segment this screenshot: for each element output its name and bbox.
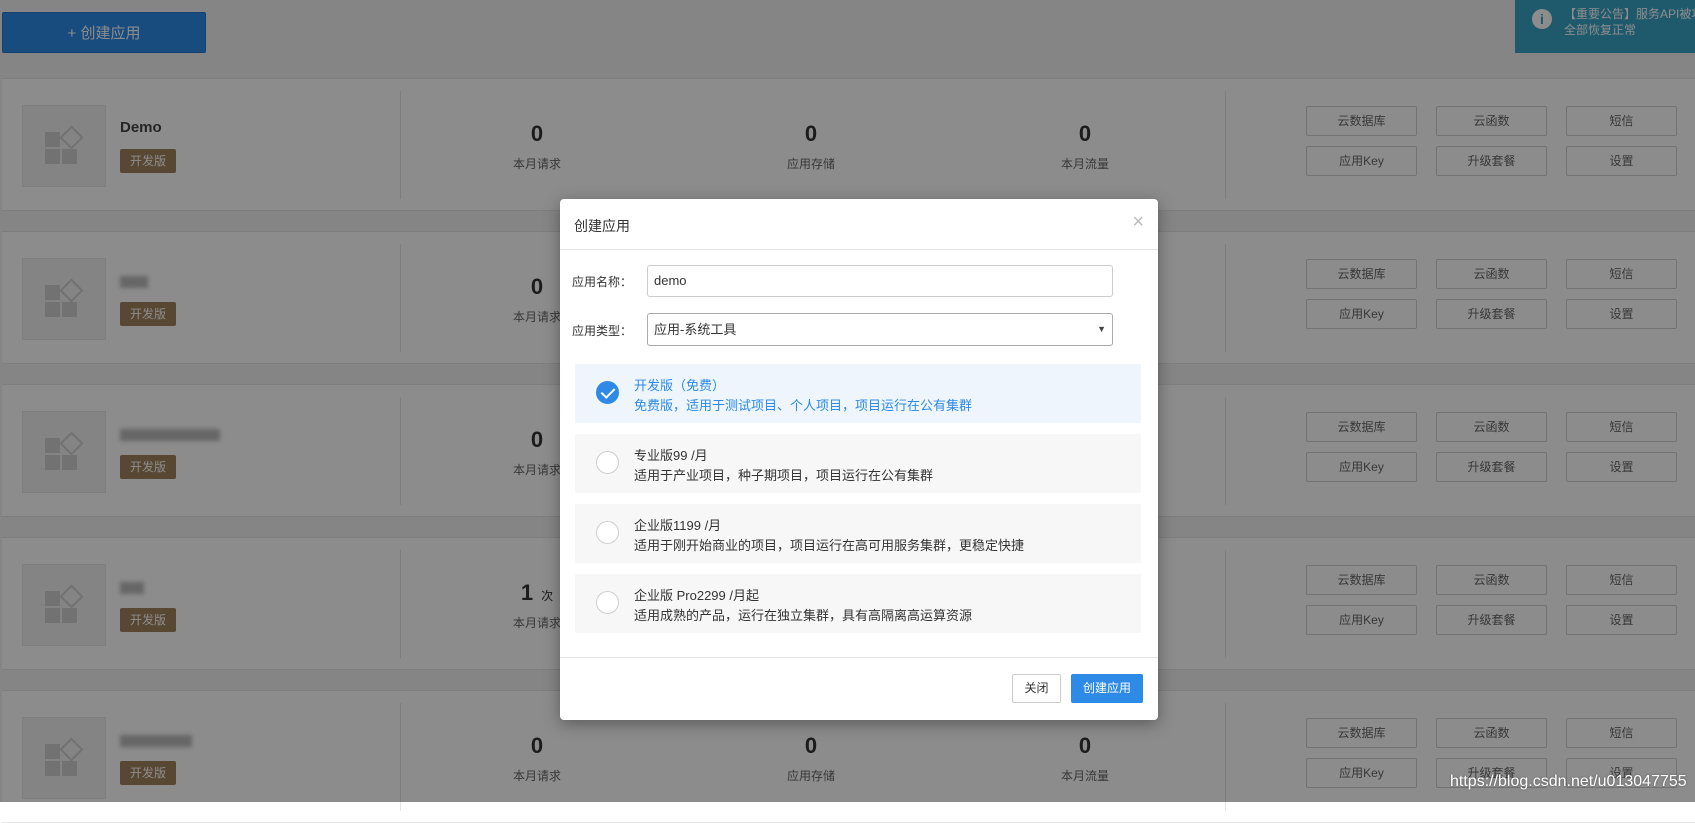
check-circle-icon[interactable] xyxy=(596,381,619,404)
close-icon[interactable]: × xyxy=(1132,211,1144,234)
create-app-dialog: 创建应用 × 应用名称： demo 应用类型： 应用-系统工具 ▼ 开发版（免费… xyxy=(560,199,1158,720)
plan-option-dev[interactable]: 开发版（免费） 免费版，适用于测试项目、个人项目，项目运行在公有集群 xyxy=(575,364,1141,423)
dialog-header: 创建应用 × xyxy=(560,199,1158,250)
plan-title: 企业版1199 /月 xyxy=(634,518,722,533)
plan-title: 企业版 Pro2299 /月起 xyxy=(634,588,759,603)
dialog-footer-divider xyxy=(560,657,1158,658)
plan-description: 适用于刚开始商业的项目，项目运行在高可用服务集群，更稳定快捷 xyxy=(634,538,1025,553)
app-type-label: 应用类型： xyxy=(572,324,633,338)
app-name-input[interactable]: demo xyxy=(647,265,1113,297)
plan-title: 专业版99 /月 xyxy=(634,448,708,463)
plan-description: 适用于产业项目，种子期项目，项目运行在公有集群 xyxy=(634,468,934,483)
app-type-select[interactable]: 应用-系统工具 ▼ xyxy=(647,313,1113,346)
plan-description: 适用成熟的产品，运行在独立集群，具有高隔离高运算资源 xyxy=(634,608,973,623)
plan-option-enterprise-pro[interactable]: 企业版 Pro2299 /月起 适用成熟的产品，运行在独立集群，具有高隔离高运算… xyxy=(575,574,1141,633)
close-button[interactable]: 关闭 xyxy=(1012,674,1061,703)
create-app-button[interactable]: 创建应用 xyxy=(1071,674,1143,703)
watermark-text: https://blog.csdn.net/u013047755 xyxy=(1450,773,1687,790)
plan-option-pro[interactable]: 专业版99 /月 适用于产业项目，种子期项目，项目运行在公有集群 xyxy=(575,434,1141,493)
plan-title: 开发版（免费） xyxy=(634,378,726,393)
plan-option-enterprise[interactable]: 企业版1199 /月 适用于刚开始商业的项目，项目运行在高可用服务集群，更稳定快… xyxy=(575,504,1141,563)
dialog-title: 创建应用 xyxy=(574,218,630,234)
radio-circle-icon[interactable] xyxy=(596,591,619,614)
radio-circle-icon[interactable] xyxy=(596,451,619,474)
app-name-label: 应用名称： xyxy=(572,275,633,289)
radio-circle-icon[interactable] xyxy=(596,521,619,544)
plan-description: 免费版，适用于测试项目、个人项目，项目运行在公有集群 xyxy=(634,398,973,413)
chevron-down-icon: ▼ xyxy=(1097,324,1106,334)
app-type-value: 应用-系统工具 xyxy=(654,322,737,337)
